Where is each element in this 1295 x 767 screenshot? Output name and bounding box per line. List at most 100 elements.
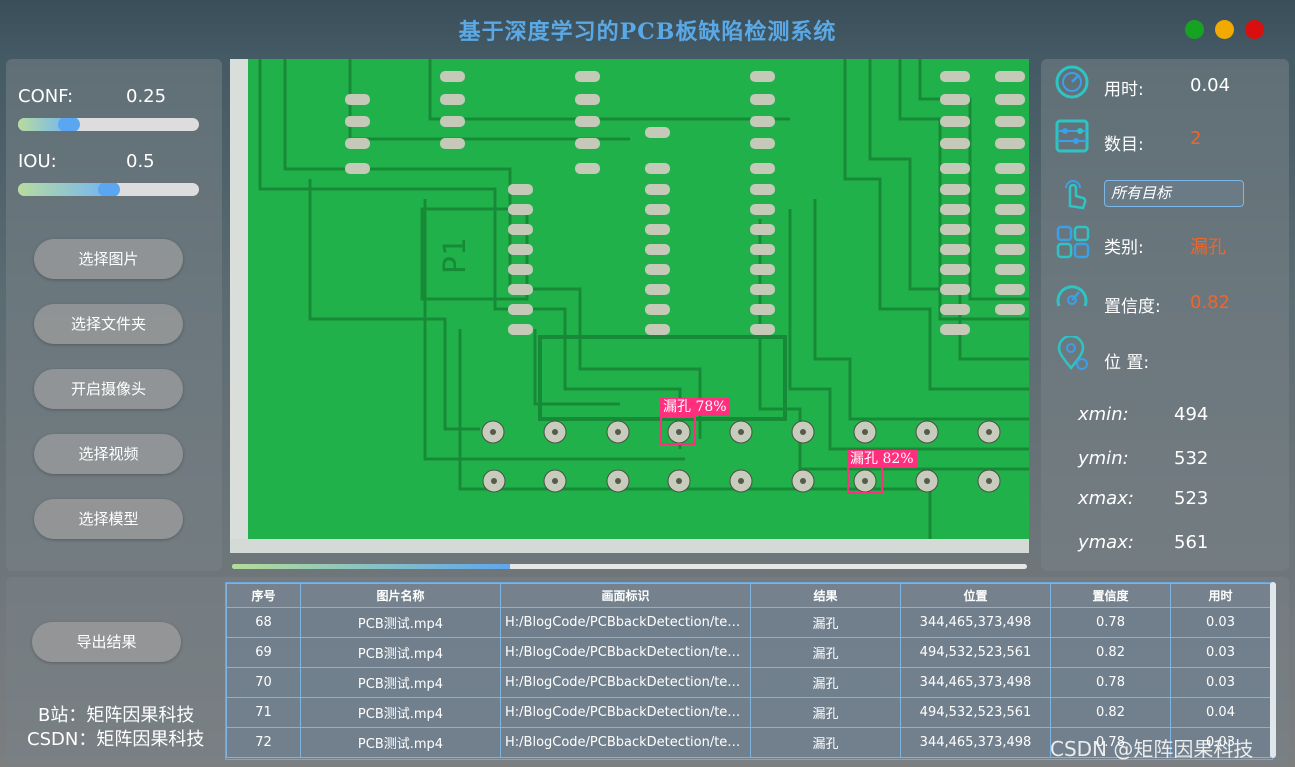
cell-index: 72 <box>226 727 301 758</box>
cell-name: PCB测试.mp4 <box>300 667 501 698</box>
cell-time: 0.03 <box>1170 667 1271 698</box>
cell-position: 494,532,523,561 <box>900 637 1051 668</box>
class-label: 类别: <box>1104 238 1144 258</box>
cell-source: H:/BlogCode/PCBbackDetection/test... <box>500 727 751 758</box>
cell-index: 68 <box>226 607 301 638</box>
detection-box-1 <box>660 416 696 445</box>
select-image-button[interactable]: 选择图片 <box>34 239 183 279</box>
cell-time: 0.03 <box>1170 607 1271 638</box>
progress-bar <box>232 564 1027 569</box>
cell-position: 344,465,373,498 <box>900 667 1051 698</box>
credit-csdn: CSDN：矩阵因果科技 <box>27 729 205 750</box>
col-header-index[interactable]: 序号 <box>226 583 301 608</box>
cell-index: 70 <box>226 667 301 698</box>
cell-name: PCB测试.mp4 <box>300 637 501 668</box>
ymax-value: 561 <box>1174 532 1209 553</box>
position-label: 位 置: <box>1104 353 1150 373</box>
title-bar: 基于深度学习的PCB板缺陷检测系统 <box>0 0 1295 58</box>
cell-confidence: 0.78 <box>1050 607 1171 638</box>
detection-box-2 <box>847 465 883 494</box>
count-value: 2 <box>1190 128 1202 149</box>
open-camera-button[interactable]: 开启摄像头 <box>34 369 183 409</box>
target-select[interactable]: 所有目标 <box>1104 180 1244 207</box>
cell-time: 0.04 <box>1170 697 1271 728</box>
iou-slider-handle[interactable] <box>98 183 120 196</box>
time-value: 0.04 <box>1190 75 1231 96</box>
cell-confidence: 0.82 <box>1050 637 1171 668</box>
conf-slider-handle[interactable] <box>58 118 80 131</box>
cell-position: 344,465,373,498 <box>900 727 1051 758</box>
cell-result: 漏孔 <box>750 697 901 728</box>
count-label: 数目: <box>1104 135 1144 155</box>
location-icon <box>1057 336 1088 371</box>
select-folder-button[interactable]: 选择文件夹 <box>34 304 183 344</box>
iou-label: IOU: <box>18 151 57 172</box>
cell-source: H:/BlogCode/PCBbackDetection/test... <box>500 697 751 728</box>
cell-source: H:/BlogCode/PCBbackDetection/test... <box>500 667 751 698</box>
maximize-button[interactable] <box>1185 20 1204 39</box>
iou-value: 0.5 <box>126 151 155 172</box>
table-row[interactable]: 68 PCB测试.mp4 H:/BlogCode/PCBbackDetectio… <box>226 607 1271 638</box>
cell-name: PCB测试.mp4 <box>300 697 501 728</box>
ymin-value: 532 <box>1174 448 1209 469</box>
gauge-icon <box>1056 285 1088 307</box>
svg-text:P1: P1 <box>438 238 473 274</box>
minimize-button[interactable] <box>1215 20 1234 39</box>
class-value: 漏孔 <box>1190 237 1226 258</box>
ymin-label: ymin: <box>1078 448 1129 469</box>
detection-label-1: 漏孔 78% <box>660 398 730 416</box>
credit-bilibili: B站：矩阵因果科技 <box>38 705 195 726</box>
cell-result: 漏孔 <box>750 637 901 668</box>
cell-index: 71 <box>226 697 301 728</box>
cell-time: 0.03 <box>1170 637 1271 668</box>
app-title: 基于深度学习的PCB板缺陷检测系统 <box>458 19 837 45</box>
table-row[interactable]: 70 PCB测试.mp4 H:/BlogCode/PCBbackDetectio… <box>226 667 1271 698</box>
progress-fill <box>232 564 511 569</box>
table-row[interactable]: 71 PCB测试.mp4 H:/BlogCode/PCBbackDetectio… <box>226 697 1271 728</box>
close-button[interactable] <box>1245 20 1264 39</box>
touch-icon <box>1065 180 1087 210</box>
xmin-label: xmin: <box>1078 404 1129 425</box>
time-label: 用时: <box>1104 80 1144 100</box>
cell-name: PCB测试.mp4 <box>300 607 501 638</box>
col-header-confidence[interactable]: 置信度 <box>1050 583 1171 608</box>
detection-image-view: P1 漏孔 78% 漏孔 82% <box>230 59 1029 553</box>
select-video-button[interactable]: 选择视频 <box>34 434 183 474</box>
pcb-image: P1 <box>230 59 1029 553</box>
select-model-button[interactable]: 选择模型 <box>34 499 183 539</box>
xmax-label: xmax: <box>1078 488 1134 509</box>
col-header-position[interactable]: 位置 <box>900 583 1051 608</box>
cell-result: 漏孔 <box>750 667 901 698</box>
col-header-source[interactable]: 画面标识 <box>500 583 751 608</box>
iou-slider-fill <box>18 183 109 196</box>
export-results-button[interactable]: 导出结果 <box>32 622 181 662</box>
ymax-label: ymax: <box>1078 532 1134 553</box>
cell-position: 494,532,523,561 <box>900 697 1051 728</box>
col-header-time[interactable]: 用时 <box>1170 583 1271 608</box>
table-scrollbar[interactable] <box>1270 582 1276 758</box>
cell-name: PCB测试.mp4 <box>300 727 501 758</box>
confidence-value: 0.82 <box>1190 292 1231 313</box>
table-header-row: 序号 图片名称 画面标识 结果 位置 置信度 用时 <box>226 583 1271 608</box>
xmin-value: 494 <box>1174 404 1209 425</box>
col-header-result[interactable]: 结果 <box>750 583 901 608</box>
cell-position: 344,465,373,498 <box>900 607 1051 638</box>
cell-source: H:/BlogCode/PCBbackDetection/test... <box>500 607 751 638</box>
table-row[interactable]: 69 PCB测试.mp4 H:/BlogCode/PCBbackDetectio… <box>226 637 1271 668</box>
abacus-icon <box>1055 119 1089 153</box>
category-icon <box>1056 225 1090 259</box>
cell-result: 漏孔 <box>750 727 901 758</box>
col-header-name[interactable]: 图片名称 <box>300 583 501 608</box>
cell-result: 漏孔 <box>750 607 901 638</box>
conf-value: 0.25 <box>126 86 167 107</box>
detection-label-2: 漏孔 82% <box>847 450 917 468</box>
xmax-value: 523 <box>1174 488 1209 509</box>
cell-confidence: 0.78 <box>1050 667 1171 698</box>
iou-slider[interactable] <box>18 183 199 196</box>
timer-icon <box>1055 65 1089 99</box>
confidence-label: 置信度: <box>1104 297 1161 317</box>
conf-label: CONF: <box>18 86 74 107</box>
watermark: CSDN @矩阵因果科技 <box>1050 737 1254 761</box>
conf-slider[interactable] <box>18 118 199 131</box>
cell-source: H:/BlogCode/PCBbackDetection/test... <box>500 637 751 668</box>
